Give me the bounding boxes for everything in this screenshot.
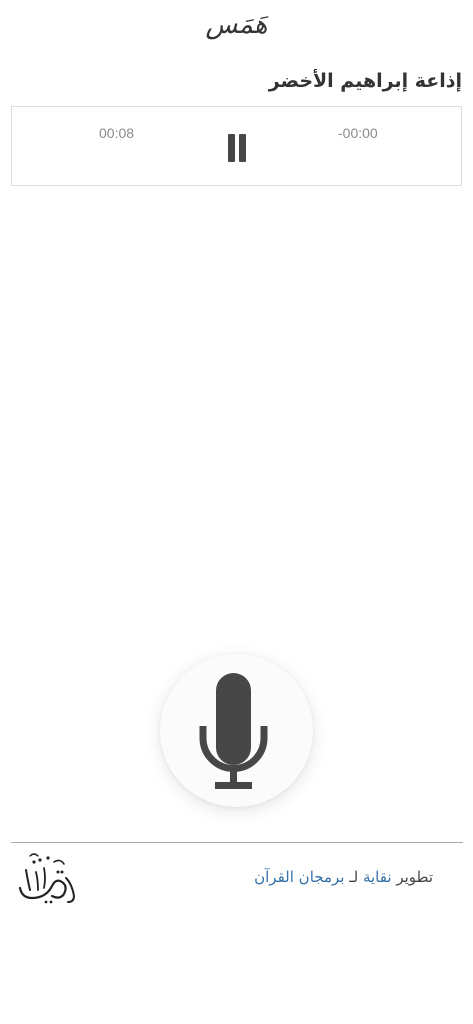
developer-link[interactable]: نقاية [363, 868, 392, 886]
microphone-icon [199, 673, 268, 789]
microphone-button[interactable] [160, 654, 313, 807]
audio-player: 00:08 -00:00 [11, 106, 462, 186]
elapsed-time: 00:08 [99, 125, 135, 141]
program-link[interactable]: برمجان القرآن [254, 868, 344, 886]
station-name: إذاعة إبراهيم الأخضر [268, 70, 462, 92]
footer-credit: تطوير نقاية لـ برمجان القرآن [254, 868, 433, 886]
remaining-time: -00:00 [338, 125, 378, 141]
pause-icon [228, 134, 246, 162]
naqaya-logo [16, 848, 80, 906]
credit-prefix: تطوير [396, 868, 433, 886]
pause-button[interactable] [222, 133, 252, 163]
footer-divider [11, 842, 463, 843]
app-title: هَمَس [205, 10, 268, 40]
credit-middle: لـ [349, 868, 359, 886]
